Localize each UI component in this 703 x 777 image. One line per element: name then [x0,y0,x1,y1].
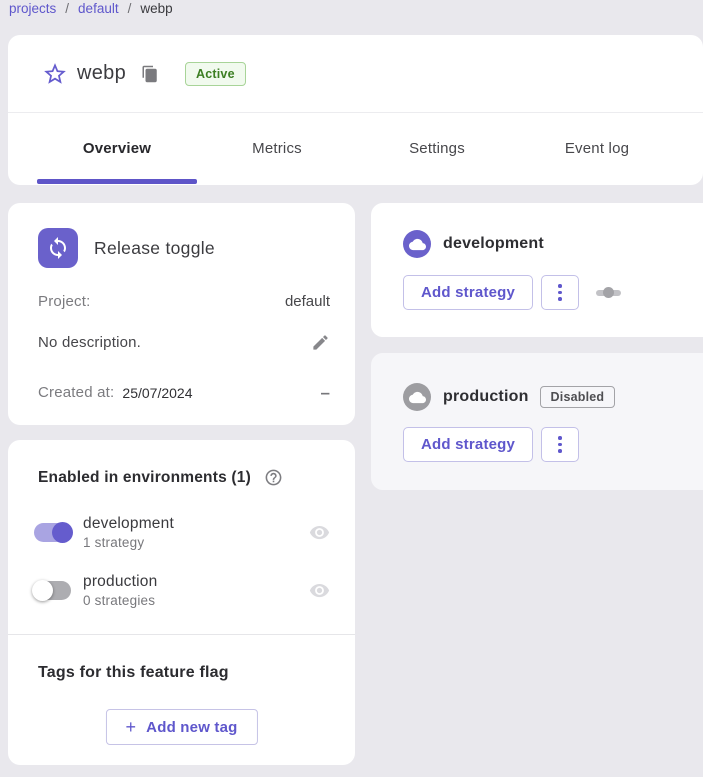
feature-title-row: webp Active [8,35,703,113]
add-strategy-button[interactable]: Add strategy [403,427,533,462]
tab-bar: Overview Metrics Settings Event log [8,113,703,184]
environment-panel-name: development [443,235,544,253]
tab-event-log[interactable]: Event log [517,113,677,184]
description-row: No description. [38,333,330,352]
environment-row-production: production 0 strategies [34,573,330,608]
environment-panel-header: development [403,230,544,258]
project-row: Project: default [38,293,330,310]
flag-type-row: Release toggle [38,228,215,268]
disabled-badge: Disabled [540,386,616,408]
environments-card: Enabled in environments (1) development … [8,440,355,765]
production-toggle[interactable] [34,581,71,600]
tab-label: Metrics [252,140,302,157]
tab-settings[interactable]: Settings [357,113,517,184]
tab-label: Settings [409,140,465,157]
environment-strategy-count: 0 strategies [83,593,157,608]
tab-overview[interactable]: Overview [37,113,197,184]
plus-icon: + [125,717,136,738]
cloud-environment-icon [403,230,431,258]
switch-knob [603,287,614,298]
breadcrumb-link-default[interactable]: default [78,1,119,16]
status-badge: Active [185,62,246,86]
edit-description-icon[interactable] [311,333,330,352]
add-new-tag-button[interactable]: + Add new tag [105,709,257,745]
tags-title: Tags for this feature flag [38,664,229,682]
help-icon[interactable] [264,468,283,487]
environment-texts: production 0 strategies [83,573,157,608]
toggle-thumb [52,522,73,543]
breadcrumb-separator: / [128,1,132,16]
favorite-star-icon[interactable] [42,61,68,87]
production-environment-panel: production Disabled Add strategy [371,353,703,490]
visibility-eye-icon[interactable] [309,580,330,601]
feature-details-card: Release toggle Project: default No descr… [8,203,355,425]
release-toggle-icon [38,228,78,268]
cloud-environment-icon [403,383,431,411]
environment-panel-actions: Add strategy [403,275,621,310]
environment-name: production [83,573,157,591]
project-value: default [285,293,330,310]
environments-title: Enabled in environments (1) [38,469,251,487]
development-toggle[interactable] [34,523,71,542]
more-options-kebab-button[interactable] [541,427,579,462]
visibility-eye-icon[interactable] [309,522,330,543]
tab-metrics[interactable]: Metrics [197,113,357,184]
add-new-tag-label: Add new tag [146,719,237,736]
add-strategy-button[interactable]: Add strategy [403,275,533,310]
environment-name: development [83,515,174,533]
environments-title-row: Enabled in environments (1) [38,468,283,487]
environment-panel-actions: Add strategy [403,427,579,462]
environment-texts: development 1 strategy [83,515,174,550]
environment-enable-switch[interactable] [596,286,621,299]
breadcrumb-current: webp [140,1,172,16]
description-text: No description. [38,334,141,351]
environment-panel-header: production Disabled [403,383,615,411]
tab-label: Event log [565,140,629,157]
created-value: 25/07/2024 [122,385,192,401]
page-title: webp [77,62,126,85]
tab-label: Overview [83,140,151,157]
toggle-thumb [32,580,53,601]
environment-strategy-count: 1 strategy [83,535,174,550]
flag-type-title: Release toggle [94,238,215,259]
breadcrumb-separator: / [65,1,69,16]
collapse-icon[interactable]: – [321,388,330,398]
feature-header-card: webp Active Overview Metrics Settings Ev… [8,35,703,185]
created-label: Created at: [38,384,114,401]
created-row: Created at: 25/07/2024 – [38,384,330,401]
card-divider [8,634,355,635]
breadcrumb-link-projects[interactable]: projects [9,1,56,16]
copy-name-icon[interactable] [141,65,159,83]
development-environment-panel: development Add strategy [371,203,703,337]
environment-row-development: development 1 strategy [34,515,330,550]
breadcrumb: projects / default / webp [9,1,173,16]
project-label: Project: [38,293,90,310]
more-options-kebab-button[interactable] [541,275,579,310]
environment-panel-name: production [443,388,529,406]
